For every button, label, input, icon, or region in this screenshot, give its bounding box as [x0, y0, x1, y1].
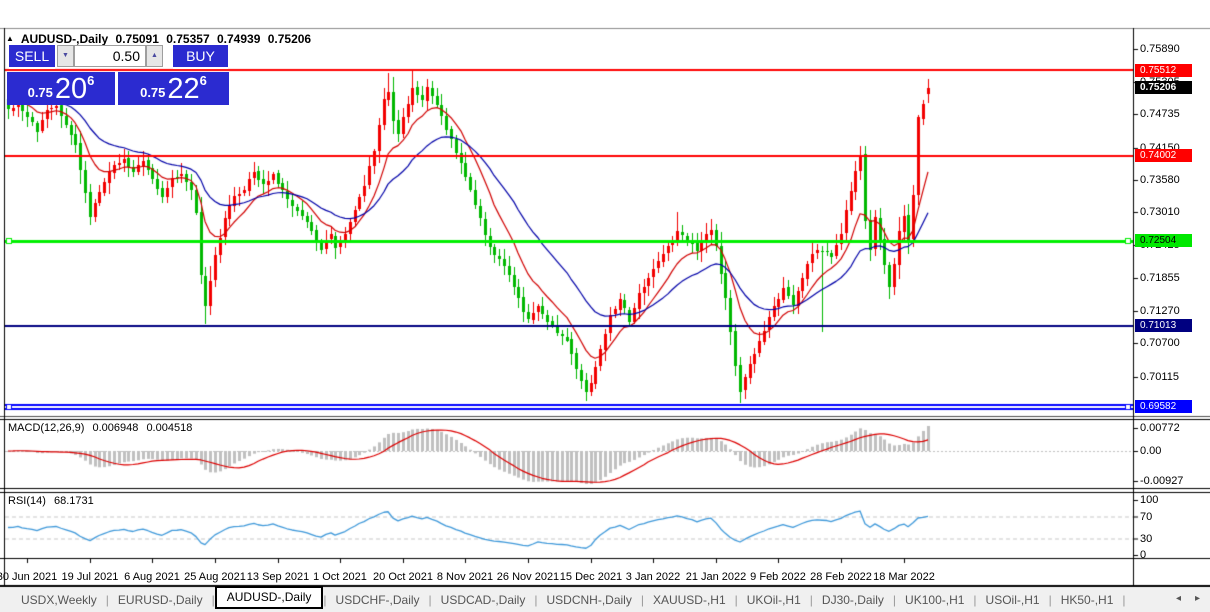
date-axis-label: 28 Feb 2022 — [810, 571, 872, 583]
date-axis-label: 25 Aug 2021 — [184, 571, 246, 583]
volume-increase-button[interactable]: ▲ — [146, 45, 163, 67]
buy-price-sup: 6 — [199, 73, 207, 88]
date-axis-label: 1 Oct 2021 — [313, 571, 367, 583]
tab-usdcnh[interactable]: USDCNH-,Daily — [537, 590, 640, 610]
rsi-axis-label: 70 — [1140, 510, 1153, 523]
sell-price-prefix: 0.75 — [27, 85, 53, 100]
chart-direction-icon: ▲ — [6, 34, 14, 43]
macd-value-main: 0.006948 — [92, 422, 139, 434]
tab-usdcad[interactable]: USDCAD-,Daily — [432, 590, 535, 610]
buy-price-button[interactable]: 0.75 22 6 — [118, 72, 229, 105]
buy-button[interactable]: BUY — [173, 45, 228, 69]
ohlc-high: 0.75357 — [166, 32, 210, 46]
price-axis-label: 0.73580 — [1140, 173, 1180, 186]
buy-price-prefix: 0.75 — [140, 85, 166, 100]
macd-indicator-title: MACD(12,26,9) 0.006948 0.004518 — [8, 422, 197, 434]
rsi-value: 68.1731 — [53, 495, 94, 507]
price-axis-label: 0.70700 — [1140, 337, 1180, 350]
tab-scroll-right-button[interactable]: ▸ — [1195, 593, 1210, 604]
trading-platform-window: 5M30H1H4D1W1MN ▲ AUDUSD-,Daily 0.75091 0… — [0, 0, 1210, 612]
rsi-axis-label: 30 — [1140, 532, 1153, 545]
rsi-indicator-title: RSI(14) 68.1731 — [8, 495, 99, 507]
price-axis-label: 0.70115 — [1140, 370, 1179, 383]
tab-scroll-arrows: ◂▸ — [1176, 593, 1210, 604]
tab-xauusd[interactable]: XAUUSD-,H1 — [644, 590, 735, 610]
price-axis-label: 0.75890 — [1140, 42, 1180, 55]
tab-audusd[interactable]: AUDUSD-,Daily — [214, 586, 324, 609]
tab-separator: | — [1122, 593, 1126, 607]
level-price-badge: 0.69582 — [1135, 400, 1192, 414]
price-axis-label: 0.71855 — [1140, 271, 1180, 284]
date-axis-label: 9 Feb 2022 — [750, 571, 806, 583]
tab-eurusd[interactable]: EURUSD-,Daily — [109, 590, 212, 610]
price-axis-label: 0.74735 — [1140, 108, 1180, 121]
macd-axis-label: 0.00 — [1140, 445, 1162, 457]
volume-input[interactable]: 0.50 — [74, 45, 146, 67]
sell-price-button[interactable]: 0.75 20 6 — [7, 72, 115, 105]
tab-hk50[interactable]: HK50-,H1 — [1052, 590, 1123, 610]
tab-dj30[interactable]: DJ30-,Daily — [813, 590, 893, 610]
date-axis-label: 18 Mar 2022 — [873, 571, 935, 583]
buy-price-big: 22 — [167, 73, 200, 105]
chart-title: ▲ AUDUSD-,Daily 0.75091 0.75357 0.74939 … — [6, 32, 315, 46]
symbol-tab-bar: USDX,Weekly | EURUSD-,Daily | AUDUSD-,Daily |… — [0, 586, 1210, 612]
tab-ukoil[interactable]: UKOil-,H1 — [738, 590, 810, 610]
tab-uk100[interactable]: UK100-,H1 — [896, 590, 973, 610]
volume-decrease-button[interactable]: ▼ — [57, 45, 74, 67]
date-axis-label: 3 Jan 2022 — [625, 571, 681, 583]
date-axis-label: 8 Nov 2021 — [436, 571, 494, 583]
macd-title: MACD(12,26,9) — [8, 422, 85, 434]
level-price-badge: 0.71013 — [1135, 319, 1192, 333]
one-click-trade-panel: SELL ▼ 0.50 ▲ BUY 0.75 20 6 0.75 22 6 — [7, 45, 229, 105]
sell-price-sup: 6 — [87, 73, 95, 88]
symbol-name: AUDUSD-,Daily — [20, 32, 109, 46]
sell-price-big: 20 — [54, 73, 88, 105]
rsi-axis-label: 0 — [1140, 549, 1147, 561]
ohlc-close: 0.75206 — [267, 32, 312, 46]
macd-axis-label: 0.00772 — [1140, 422, 1180, 434]
tab-usdx[interactable]: USDX,Weekly — [12, 590, 106, 610]
date-axis-label: 26 Nov 2021 — [496, 571, 560, 583]
ohlc-low: 0.74939 — [216, 32, 261, 46]
macd-axis-label: -0.00927 — [1140, 475, 1184, 487]
price-axis-label: 0.71270 — [1140, 304, 1180, 317]
tab-usoil[interactable]: USOil-,H1 — [977, 590, 1049, 610]
sell-button[interactable]: SELL — [9, 45, 55, 69]
price-axis-label: 0.73010 — [1140, 206, 1180, 219]
rsi-title: RSI(14) — [8, 495, 46, 507]
level-price-badge: 0.75512 — [1135, 63, 1192, 77]
rsi-axis-label: 100 — [1140, 494, 1159, 506]
level-price-badge: 0.74002 — [1135, 149, 1192, 163]
date-axis-label: 6 Aug 2021 — [124, 571, 180, 583]
current-price-badge: 0.75206 — [1135, 81, 1192, 95]
macd-value-signal: 0.004518 — [146, 422, 193, 434]
level-price-badge: 0.72504 — [1135, 234, 1192, 248]
tab-usdchf[interactable]: USDCHF-,Daily — [327, 590, 429, 610]
ohlc-open: 0.75091 — [115, 32, 159, 46]
tab-scroll-left-button[interactable]: ◂ — [1176, 593, 1195, 604]
